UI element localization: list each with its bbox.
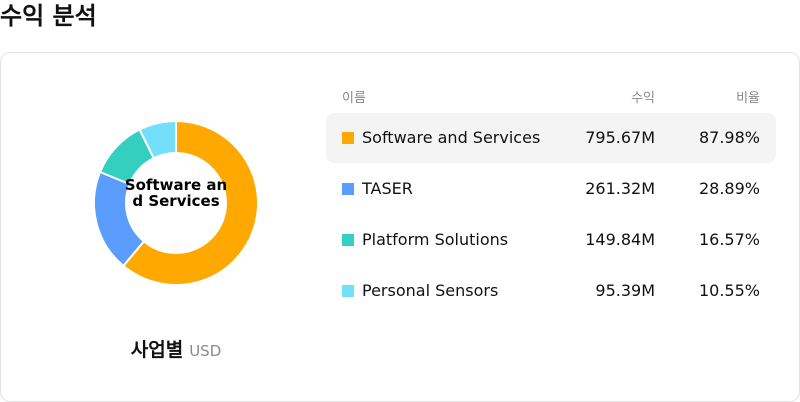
segment-share: 28.89% [698, 179, 760, 198]
segment-revenue: 261.32M [585, 179, 655, 198]
legend-swatch [342, 183, 354, 195]
column-header-share: 비율 [736, 91, 760, 106]
legend-swatch [342, 132, 354, 144]
segment-share: 87.98% [698, 128, 760, 147]
legend-swatch [342, 234, 354, 246]
column-header-name: 이름 [342, 91, 366, 106]
donut-center-label: Software and Services [124, 176, 228, 210]
segment-revenue: 149.84M [585, 230, 655, 249]
segment-name: Platform Solutions [362, 230, 509, 249]
segment-name: Personal Sensors [362, 281, 499, 300]
segment-title: 사업별 [130, 339, 184, 361]
legend-swatch [342, 285, 354, 297]
currency-unit: USD [189, 342, 222, 360]
segment-name: TASER [362, 179, 413, 198]
segment-name: Software and Services [362, 128, 541, 147]
table-header: 이름 수익 비율 [326, 87, 776, 107]
revenue-analysis-card: Software and Services 사업별 USD 이름 수익 비율 So… [0, 52, 800, 402]
column-header-revenue: 수익 [631, 91, 655, 106]
segment-label: 사업별 USD [1, 335, 351, 362]
table-row[interactable]: Personal Sensors 95.39M 10.55% [326, 266, 776, 316]
segment-share: 16.57% [698, 230, 760, 249]
page-title: 수익 분석 [0, 2, 97, 30]
table-row[interactable]: Platform Solutions 149.84M 16.57% [326, 215, 776, 265]
table-row[interactable]: TASER 261.32M 28.89% [326, 164, 776, 214]
table-row[interactable]: Software and Services 795.67M 87.98% [326, 113, 776, 163]
segment-share: 10.55% [698, 281, 760, 300]
segment-revenue: 95.39M [595, 281, 655, 300]
segment-revenue: 795.67M [585, 128, 655, 147]
